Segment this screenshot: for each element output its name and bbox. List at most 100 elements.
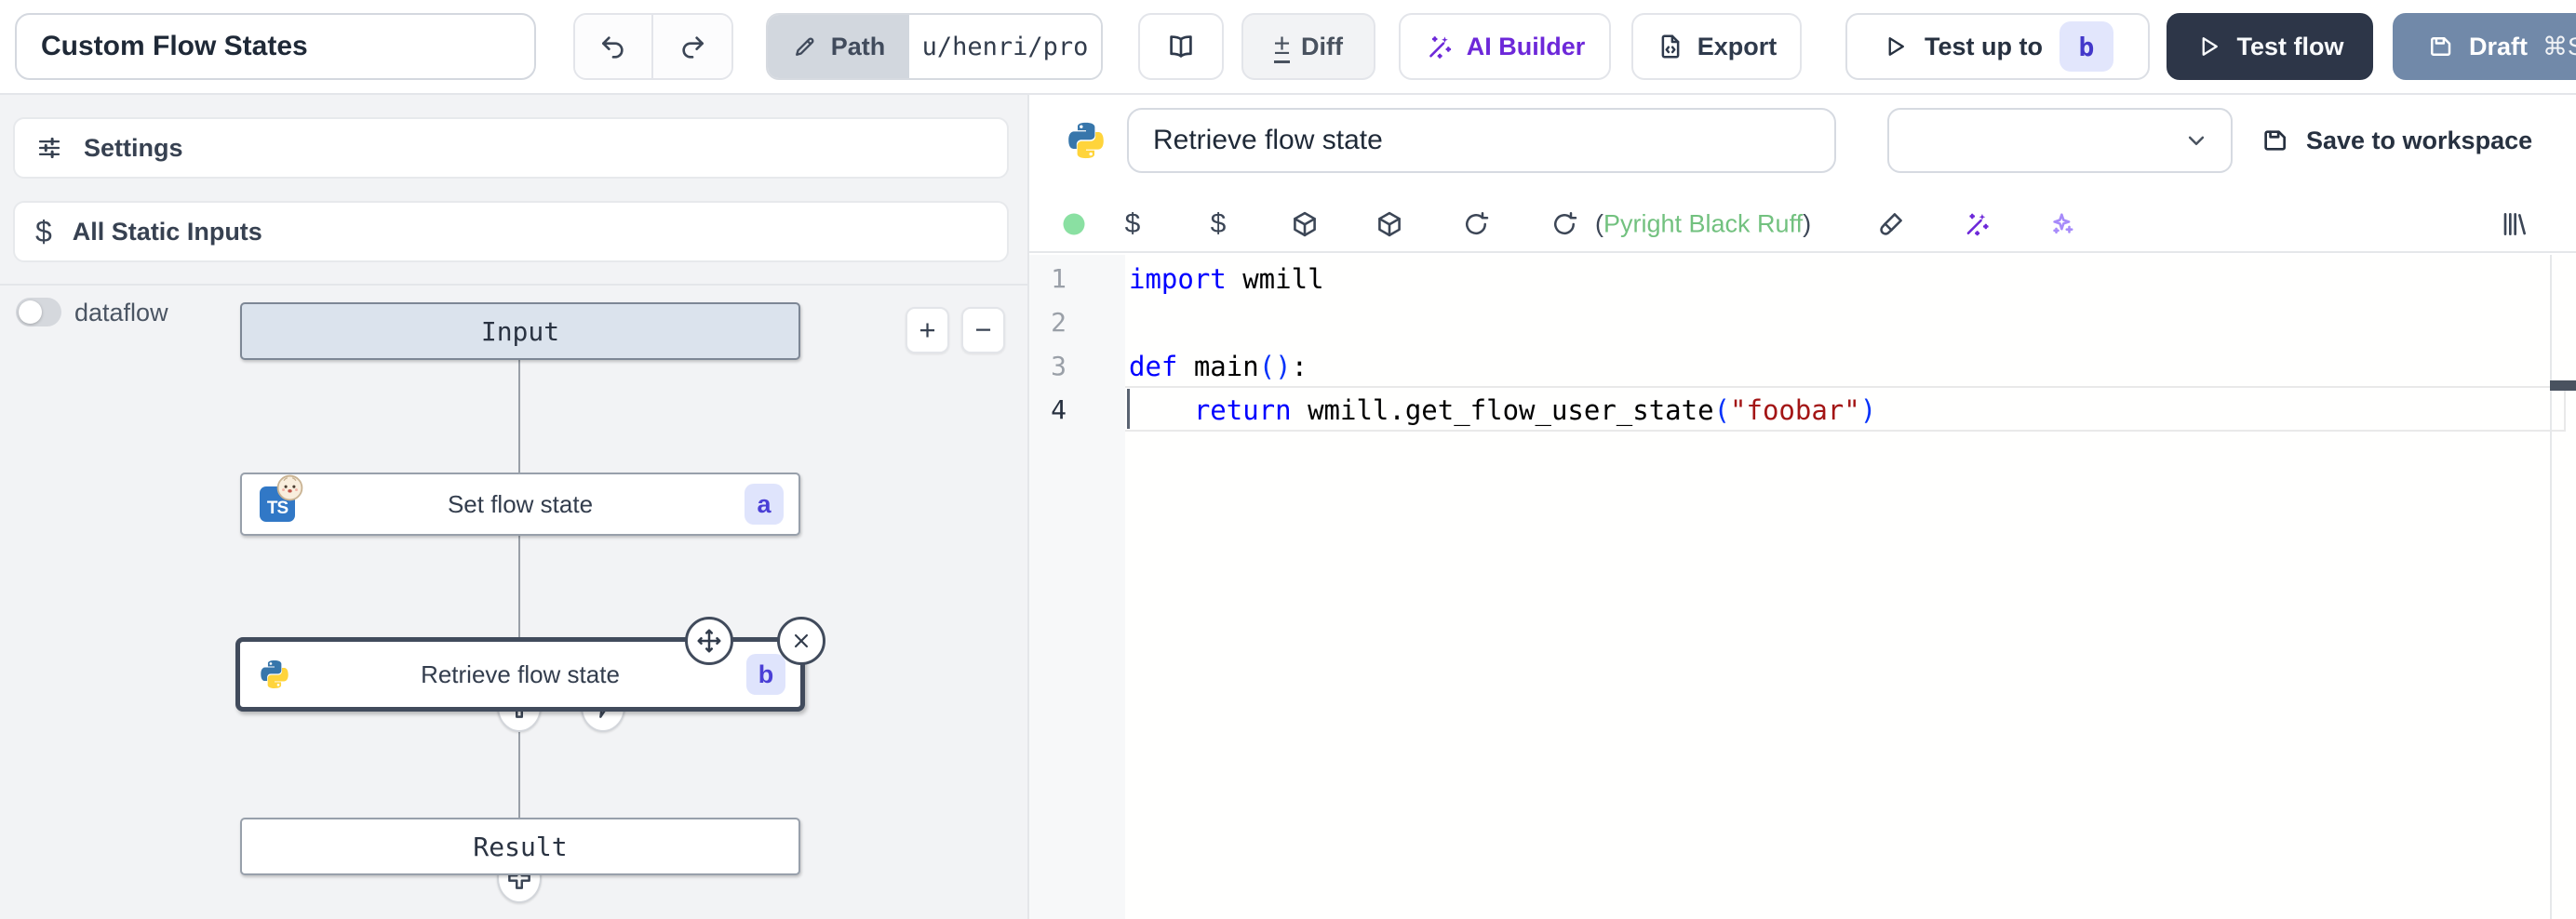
redo-button[interactable] [653,15,731,78]
open-paren: ( [1595,210,1603,238]
redo-icon [678,32,707,61]
assistants-text: Pyright Black Ruff [1603,210,1803,238]
code-line-3[interactable]: 3 def main(): [1029,344,2576,388]
lang-chip [258,658,291,691]
current-line-highlight [1125,386,2566,432]
step-id-badge: a [745,484,784,525]
sparkles-icon[interactable] [2048,210,2077,239]
reload-icon[interactable] [1462,210,1490,238]
flow-connector-line [518,360,520,819]
resources-icon[interactable]: $ [1211,208,1227,240]
ai-builder-label: AI Builder [1467,33,1586,61]
variables-icon[interactable]: $ [1125,208,1141,240]
diff-label: Diff [1301,33,1343,61]
undo-redo-group [573,13,733,80]
settings-panel-button[interactable]: Settings [13,117,1009,179]
python-icon [258,658,291,691]
save-to-workspace-button[interactable]: Save to workspace [2260,118,2532,163]
plus-minus-icon: ± [1274,30,1290,63]
node-label: Retrieve flow state [421,660,620,689]
close-icon [789,629,813,653]
library-icon[interactable] [2500,209,2529,239]
step-name-input[interactable] [1127,108,1836,173]
line-number: 1 [1029,263,1067,294]
code-text: def main(): [1129,351,1308,382]
draft-shortcut: ⌘S [2542,33,2576,61]
node-label: Set flow state [448,490,593,519]
dataflow-toggle[interactable] [16,298,61,326]
code-line-2[interactable]: 2 [1029,300,2576,344]
path-value: u/henri/pro [909,15,1101,78]
save-icon [2260,126,2289,155]
path-label: Path [831,33,886,61]
flow-node-result[interactable]: Result [240,818,800,875]
flow-graph-canvas[interactable]: dataflow + − Input TS [0,284,1027,919]
ai-builder-button[interactable]: AI Builder [1399,13,1611,80]
editor-scrollbar[interactable] [2550,255,2552,919]
undo-button[interactable] [575,15,653,78]
all-static-inputs-label: All Static Inputs [73,218,262,246]
python-icon [1065,119,1107,162]
export-label: Export [1697,33,1778,61]
sliders-icon [35,134,63,162]
test-up-to-button[interactable]: Test up to b [1845,13,2150,80]
lang-chip: TS [260,486,295,522]
zoom-in-button[interactable]: + [906,307,949,353]
flow-node-input[interactable]: Input [240,302,800,360]
delete-step-button[interactable] [777,617,825,665]
bun-icon [275,473,304,502]
windmill-flow-editor: Path u/henri/pro ± Diff AI Builder Expor… [0,0,2576,919]
code-text: import wmill [1129,263,1324,295]
overview-ruler-cursor-mark [2550,380,2576,391]
wand-sparkles-icon [1425,33,1454,61]
close-paren: ) [1803,210,1811,238]
format-brush-icon[interactable] [1877,210,1906,239]
code-toolbar: $ $ (Pyright Black Ruff) [1029,197,2576,253]
lsp-status-dot [1064,214,1085,235]
dataflow-toggle-label: dataflow [74,299,168,327]
node-label: Input [481,316,559,347]
package-icon[interactable] [1291,210,1320,239]
path-button[interactable]: Path u/henri/pro [766,13,1103,80]
export-button[interactable]: Export [1631,13,1802,80]
test-flow-button[interactable]: Test flow [2167,13,2373,80]
flow-node-set-flow-state[interactable]: TS Set flow state a [240,473,800,536]
step-id-badge: b [2059,21,2113,72]
chevron-down-icon [2182,127,2210,154]
line-number: 2 [1029,307,1067,338]
settings-label: Settings [84,134,183,163]
path-label-segment: Path [768,15,909,78]
line-number: 4 [1029,394,1067,425]
save-icon [2426,33,2454,60]
code-editor[interactable]: 1import wmill23def main():4 return wmill… [1029,255,2576,919]
test-flow-label: Test flow [2236,33,2343,61]
top-toolbar: Path u/henri/pro ± Diff AI Builder Expor… [0,0,2576,95]
move-step-button[interactable] [685,617,733,665]
ai-fix-wand-icon[interactable] [1963,210,1992,239]
node-label: Result [473,832,567,862]
play-icon [1882,33,1908,60]
toggle-knob [19,300,42,324]
package-icon[interactable] [1375,210,1404,239]
zoom-out-button[interactable]: − [961,307,1005,353]
reload-icon[interactable] [1550,210,1578,238]
test-up-to-label: Test up to [1925,33,2043,61]
code-line-1[interactable]: 1 import wmill [1029,257,2576,300]
move-icon [695,627,723,655]
file-code-icon [1657,33,1684,60]
draft-label: Draft [2469,33,2528,61]
code-assistants-label: (Pyright Black Ruff) [1595,210,1811,239]
play-icon [2195,33,2221,60]
dollar-icon: $ [35,215,52,249]
undo-icon [598,32,628,61]
step-id-badge: b [746,654,785,695]
flow-name-input[interactable] [15,13,536,80]
save-to-workspace-label: Save to workspace [2306,127,2532,155]
worker-group-select[interactable] [1887,108,2233,173]
draft-save-button[interactable]: Draft ⌘S [2393,13,2576,80]
all-static-inputs-button[interactable]: $ All Static Inputs [13,201,1009,262]
diff-button[interactable]: ± Diff [1241,13,1375,80]
flow-sidebar: Settings $ All Static Inputs dataflow + … [0,95,1027,919]
docs-button[interactable] [1138,13,1224,80]
line-number: 3 [1029,351,1067,381]
